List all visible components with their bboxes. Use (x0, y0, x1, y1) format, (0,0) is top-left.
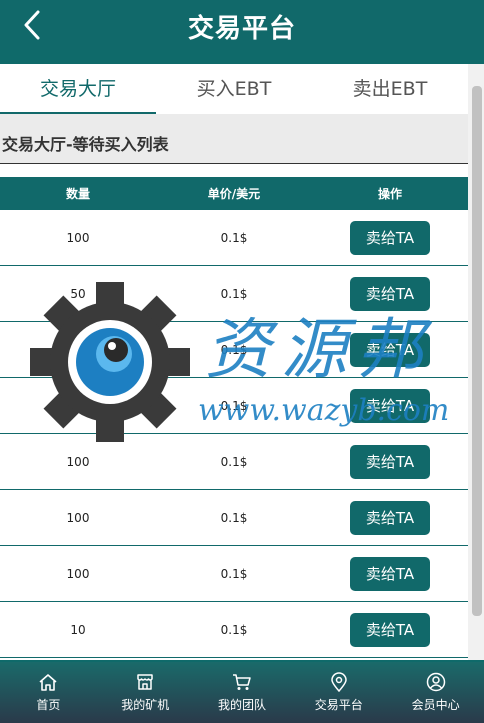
cell-price: 0.1$ (220, 286, 248, 301)
sell-to-buyer-button[interactable]: 卖给TA (350, 388, 430, 423)
table-row: 100 0.1$ 卖给TA (0, 546, 468, 602)
cell-action: 卖给TA (312, 388, 468, 423)
cell-quantity: 10 (70, 398, 86, 413)
cell-quantity: 100 (66, 510, 90, 525)
cell-quantity: 2 (74, 342, 82, 357)
sell-to-buyer-button[interactable]: 卖给TA (350, 332, 430, 367)
cart-icon (232, 674, 251, 690)
sell-to-buyer-button[interactable]: 卖给TA (350, 276, 430, 311)
table-row: 50 0.1$ 卖给TA (0, 266, 468, 322)
user-icon (426, 672, 445, 692)
home-icon (39, 674, 57, 691)
cell-quantity: 10 (70, 622, 86, 637)
nav-my-miner[interactable]: 我的矿机 (97, 662, 194, 723)
cell-action: 卖给TA (312, 612, 468, 647)
store-icon (137, 674, 153, 690)
cell-action: 卖给TA (312, 556, 468, 591)
table-row: 100 0.1$ 卖给TA (0, 434, 468, 490)
cell-price: 0.1$ (220, 230, 248, 245)
cell-quantity: 50 (70, 286, 86, 301)
bottom-nav: 首页 我的矿机 我的团队 交易平台 会员中心 (0, 662, 484, 723)
scrollbar[interactable] (468, 64, 484, 660)
sell-to-buyer-button[interactable]: 卖给TA (350, 444, 430, 479)
cell-price: 0.1$ (220, 622, 248, 637)
header-action: 操作 (377, 187, 402, 201)
spacer (0, 164, 468, 177)
cell-quantity: 100 (66, 566, 90, 581)
tab-bar: 交易大厅 买入EBT 卖出EBT (0, 64, 468, 114)
tab-sell-ebt[interactable]: 卖出EBT (312, 64, 468, 114)
cell-price: 0.1$ (220, 398, 248, 413)
section-title: 交易大厅-等待买入列表 (0, 114, 468, 164)
cell-action: 卖给TA (312, 500, 468, 535)
nav-label-my-miner: 我的矿机 (121, 698, 170, 712)
nav-my-team[interactable]: 我的团队 (194, 662, 291, 723)
nav-member-center[interactable]: 会员中心 (387, 662, 484, 723)
tab-buy-ebt[interactable]: 买入EBT (156, 64, 312, 114)
scrollbar-thumb[interactable] (472, 86, 482, 616)
nav-label-my-team: 我的团队 (217, 698, 266, 712)
cell-price: 0.1$ (220, 566, 248, 581)
header-quantity: 数量 (65, 187, 90, 201)
table-row: 10 0.1$ 卖给TA (0, 602, 468, 658)
page-title: 交易平台 (187, 14, 296, 44)
cell-action: 卖给TA (312, 444, 468, 479)
location-pin-icon (331, 672, 347, 692)
nav-trading[interactable]: 交易平台 (290, 662, 387, 723)
sell-to-buyer-button[interactable]: 卖给TA (350, 220, 430, 255)
sell-to-buyer-button[interactable]: 卖给TA (350, 556, 430, 591)
cell-action: 卖给TA (312, 332, 468, 367)
nav-label-home: 首页 (36, 698, 61, 712)
nav-label-member-center: 会员中心 (411, 698, 460, 712)
nav-label-trading: 交易平台 (314, 698, 363, 712)
table-header: 数量 单价/美元 操作 (0, 177, 468, 210)
table-row: 100 0.1$ 卖给TA (0, 490, 468, 546)
table-row: 2 0.1$ 卖给TA (0, 322, 468, 378)
sell-to-buyer-button[interactable]: 卖给TA (350, 500, 430, 535)
table-row: 100 0.1$ 卖给TA (0, 210, 468, 266)
cell-action: 卖给TA (312, 220, 468, 255)
cell-quantity: 100 (66, 230, 90, 245)
app-header: 交易平台 (0, 0, 484, 50)
table-body: 100 0.1$ 卖给TA 50 0.1$ 卖给TA 2 0.1$ 卖给TA 10 0.1$ 卖给TA… (0, 210, 468, 658)
cell-price: 0.1$ (220, 510, 248, 525)
main-content: 交易大厅 买入EBT 卖出EBT 交易大厅-等待买入列表 数量 单价/美元 操作… (0, 64, 468, 660)
cell-action: 卖给TA (312, 276, 468, 311)
cell-price: 0.1$ (220, 342, 248, 357)
tab-trading-hall[interactable]: 交易大厅 (0, 64, 156, 114)
header-price: 单价/美元 (207, 187, 261, 201)
sell-to-buyer-button[interactable]: 卖给TA (350, 612, 430, 647)
table-row: 10 0.1$ 卖给TA (0, 378, 468, 434)
nav-home[interactable]: 首页 (0, 662, 97, 723)
cell-quantity: 100 (66, 454, 90, 469)
cell-price: 0.1$ (220, 454, 248, 469)
